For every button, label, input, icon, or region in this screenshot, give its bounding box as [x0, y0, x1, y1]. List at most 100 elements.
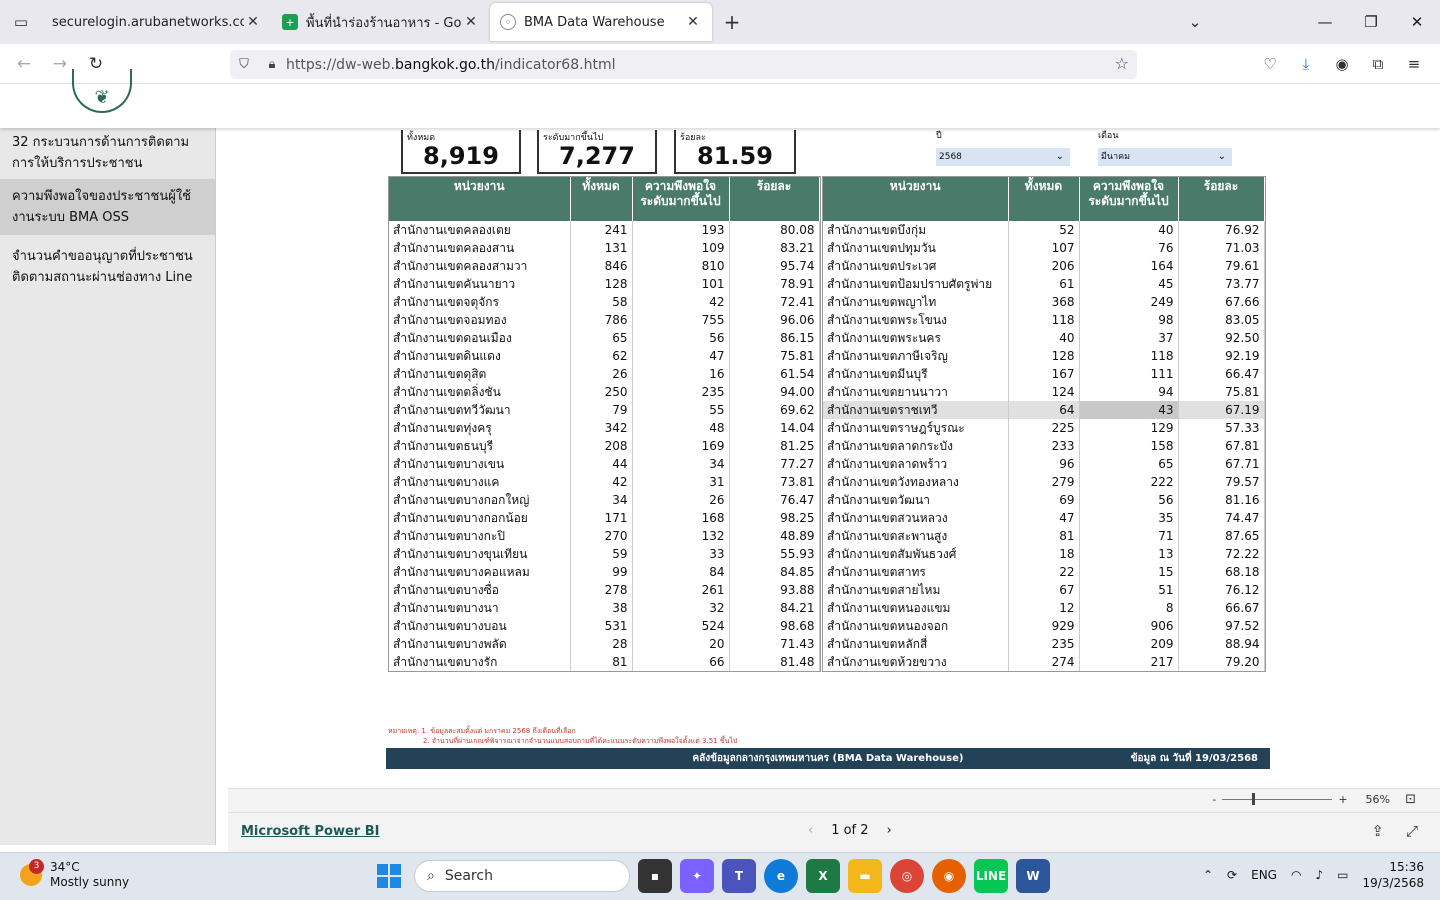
prev-page-icon[interactable]: ‹ [808, 823, 813, 838]
wifi-icon[interactable]: ◠ [1291, 868, 1301, 882]
table-row[interactable]: สำนักงานเขตจตุจักร 58 42 72.41 [389, 293, 820, 311]
table-row[interactable]: สำนักงานเขตสวนหลวง 47 35 74.47 [823, 509, 1265, 527]
minimize-icon[interactable]: — [1302, 0, 1348, 44]
table-row[interactable]: สำนักงานเขตห้วยขวาง 274 217 79.20 [823, 653, 1265, 671]
year-dropdown[interactable]: 2568 ⌄ [936, 148, 1070, 166]
table-row[interactable]: สำนักงานเขตปทุมวัน 107 76 71.03 [823, 239, 1265, 257]
table-row[interactable]: สำนักงานเขตพระนคร 40 37 92.50 [823, 329, 1265, 347]
table-row[interactable]: สำนักงานเขตบางกอกน้อย 171 168 98.25 [389, 509, 820, 527]
word-icon[interactable]: W [1016, 859, 1050, 893]
col-header-satisfied[interactable]: ความพึงพอใจระดับมากขึ้นไป [632, 177, 730, 221]
clock[interactable]: 15:36 19/3/2568 [1362, 859, 1424, 891]
table-row[interactable]: สำนักงานเขตมีนบุรี 167 111 66.47 [823, 365, 1265, 383]
col-header-total[interactable]: ทั้งหมด [570, 177, 633, 221]
close-tab-icon[interactable]: ✕ [462, 14, 480, 30]
excel-icon[interactable]: X [806, 859, 840, 893]
table-row[interactable]: สำนักงานเขตสาทร 22 15 68.18 [823, 563, 1265, 581]
table-row[interactable]: สำนักงานเขตบางบอน 531 524 98.68 [389, 617, 820, 635]
table-row[interactable]: สำนักงานเขตทุ่งครุ 342 48 14.04 [389, 419, 820, 437]
table-row[interactable]: สำนักงานเขตธนบุรี 208 169 81.25 [389, 437, 820, 455]
table-row[interactable]: สำนักงานเขตคลองสามวา 846 810 95.74 [389, 257, 820, 275]
table-row[interactable]: สำนักงานเขตลาดพร้าว 96 65 67.71 [823, 455, 1265, 473]
col-header-percent[interactable]: ร้อยละ [1178, 177, 1265, 221]
bookmark-star-icon[interactable]: ☆ [1115, 54, 1129, 73]
menu-icon[interactable]: ≡ [1396, 46, 1432, 82]
share-icon[interactable]: ⇪ [1371, 822, 1384, 840]
fullscreen-icon[interactable]: ⤢ [1406, 822, 1418, 840]
taskbar-search[interactable]: ⌕ Search [414, 860, 630, 892]
table-row[interactable]: สำนักงานเขตบางกอกใหญ่ 34 26 76.47 [389, 491, 820, 509]
zoom-in-button[interactable]: + [1338, 793, 1347, 806]
teams-icon[interactable]: T [722, 859, 756, 893]
line-icon[interactable]: LINE [974, 859, 1008, 893]
pocket-icon[interactable]: ♡ [1252, 46, 1288, 82]
col-header-agency[interactable]: หน่วยงาน [389, 177, 571, 221]
table-row[interactable]: สำนักงานเขตหนองจอก 929 906 97.52 [823, 617, 1265, 635]
tab-securelogin[interactable]: securelogin.arubanetworks.com/cgi ✕ [42, 3, 272, 41]
weather-widget[interactable]: 3 34°C Mostly sunny [20, 859, 129, 890]
table-row[interactable]: สำนักงานเขตวังทองหลาง 279 222 79.57 [823, 473, 1265, 491]
table-row[interactable]: สำนักงานเขตบางเขน 44 34 77.27 [389, 455, 820, 473]
table-row[interactable]: สำนักงานเขตหนองแขม 12 8 66.67 [823, 599, 1265, 617]
table-row[interactable]: สำนักงานเขตดุสิต 26 16 61.54 [389, 365, 820, 383]
table-row[interactable]: สำนักงานเขตดินแดง 62 47 75.81 [389, 347, 820, 365]
table-row[interactable]: สำนักงานเขตป้อมปราบศัตรูพ่าย 61 45 73.77 [823, 275, 1265, 293]
table-row[interactable]: สำนักงานเขตบึงกุ่ม 52 40 76.92 [823, 221, 1265, 239]
edge-icon[interactable]: e [764, 859, 798, 893]
tab-google-sheets[interactable]: + พื้นที่นำร่องร้านอาหาร - Google ชีต ✕ [272, 3, 490, 41]
table-row[interactable]: สำนักงานเขตพระโขนง 118 98 83.05 [823, 311, 1265, 329]
sidebar-item-bma-oss-satisfaction[interactable]: ความพึงพอใจของประชาชนผู้ใช้งานระบบ BMA O… [0, 179, 215, 235]
table-row[interactable]: สำนักงานเขตบางซื่อ 278 261 93.88 [389, 581, 820, 599]
table-row[interactable]: สำนักงานเขตสะพานสูง 81 71 87.65 [823, 527, 1265, 545]
account-icon[interactable]: ◉ [1324, 46, 1360, 82]
table-row[interactable]: สำนักงานเขตยานนาวา 124 94 75.81 [823, 383, 1265, 401]
table-row[interactable]: สำนักงานเขตประเวศ 206 164 79.61 [823, 257, 1265, 275]
table-row[interactable]: สำนักงานเขตคันนายาว 128 101 78.91 [389, 275, 820, 293]
start-button[interactable] [372, 859, 406, 893]
close-window-icon[interactable]: ✕ [1394, 0, 1440, 44]
tab-overflow-chevron-icon[interactable]: ⌄ [1172, 0, 1218, 44]
close-tab-icon[interactable]: ✕ [244, 14, 262, 30]
sidebar-item-service-tracking[interactable]: 32 กระบวนการด้านการติดตามการให้บริการประ… [0, 128, 215, 178]
col-header-percent[interactable]: ร้อยละ [729, 177, 820, 221]
tab-list-icon[interactable]: ▭ [0, 0, 42, 44]
extensions-icon[interactable]: ⧉ [1360, 46, 1396, 82]
table-row[interactable]: สำนักงานเขตบางขุนเทียน 59 33 55.93 [389, 545, 820, 563]
download-icon[interactable]: ⤓ [1288, 46, 1324, 82]
table-row[interactable]: สำนักงานเขตดอนเมือง 65 56 86.15 [389, 329, 820, 347]
zoom-slider-thumb[interactable] [1252, 793, 1256, 805]
tray-chevron-up-icon[interactable]: ⌃ [1203, 868, 1213, 882]
table-row[interactable]: สำนักงานเขตภาษีเจริญ 128 118 92.19 [823, 347, 1265, 365]
table-row[interactable]: สำนักงานเขตลาดกระบัง 233 158 67.81 [823, 437, 1265, 455]
table-row[interactable]: สำนักงานเขตวัฒนา 69 56 81.16 [823, 491, 1265, 509]
col-header-satisfied[interactable]: ความพึงพอใจระดับมากขึ้นไป [1079, 177, 1179, 221]
table-row[interactable]: สำนักงานเขตบางคอแหลม 99 84 84.85 [389, 563, 820, 581]
lock-icon[interactable]: 🔒︎ [258, 57, 286, 72]
back-arrow-icon[interactable]: ← [6, 46, 42, 82]
file-explorer-icon[interactable]: ▬ [848, 859, 882, 893]
fit-to-page-icon[interactable]: ⊡ [1405, 792, 1416, 807]
col-header-agency[interactable]: หน่วยงาน [823, 177, 1009, 221]
next-page-icon[interactable]: › [887, 823, 892, 838]
close-tab-icon[interactable]: ✕ [684, 14, 702, 30]
zoom-out-button[interactable]: - [1212, 793, 1216, 806]
new-tab-button[interactable]: + [712, 3, 752, 41]
table-row[interactable]: สำนักงานเขตคลองสาน 131 109 83.21 [389, 239, 820, 257]
restore-icon[interactable]: ❐ [1348, 0, 1394, 44]
table-row[interactable]: สำนักงานเขตบางนา 38 32 84.21 [389, 599, 820, 617]
month-dropdown[interactable]: มีนาคม ⌄ [1098, 148, 1232, 166]
task-view-icon[interactable]: ▪ [638, 859, 672, 893]
volume-icon[interactable]: ♪ [1315, 868, 1323, 882]
chrome-icon[interactable]: ◎ [890, 859, 924, 893]
table-row[interactable]: สำนักงานเขตจอมทอง 786 755 96.06 [389, 311, 820, 329]
table-row[interactable]: สำนักงานเขตทวีวัฒนา 79 55 69.62 [389, 401, 820, 419]
table-row[interactable]: สำนักงานเขตบางพลัด 28 20 71.43 [389, 635, 820, 653]
address-bar[interactable]: ⛉ 🔒︎ https://dw-web. bangkok.go.th/indica… [230, 50, 1137, 79]
table-row[interactable]: สำนักงานเขตสายไหม 67 51 76.12 [823, 581, 1265, 599]
tab-bma-data-warehouse[interactable]: ◦ BMA Data Warehouse ✕ [490, 3, 712, 41]
table-row[interactable]: สำนักงานเขตหลักสี่ 235 209 88.94 [823, 635, 1265, 653]
battery-icon[interactable]: ▭ [1337, 868, 1348, 882]
input-language[interactable]: ENG [1251, 868, 1277, 882]
sidebar-item-line-tracking[interactable]: จำนวนคำขออนุญาตที่ประชาชนติดตามสถานะผ่าน… [0, 235, 215, 299]
table-row[interactable]: สำนักงานเขตตลิ่งชัน 250 235 94.00 [389, 383, 820, 401]
